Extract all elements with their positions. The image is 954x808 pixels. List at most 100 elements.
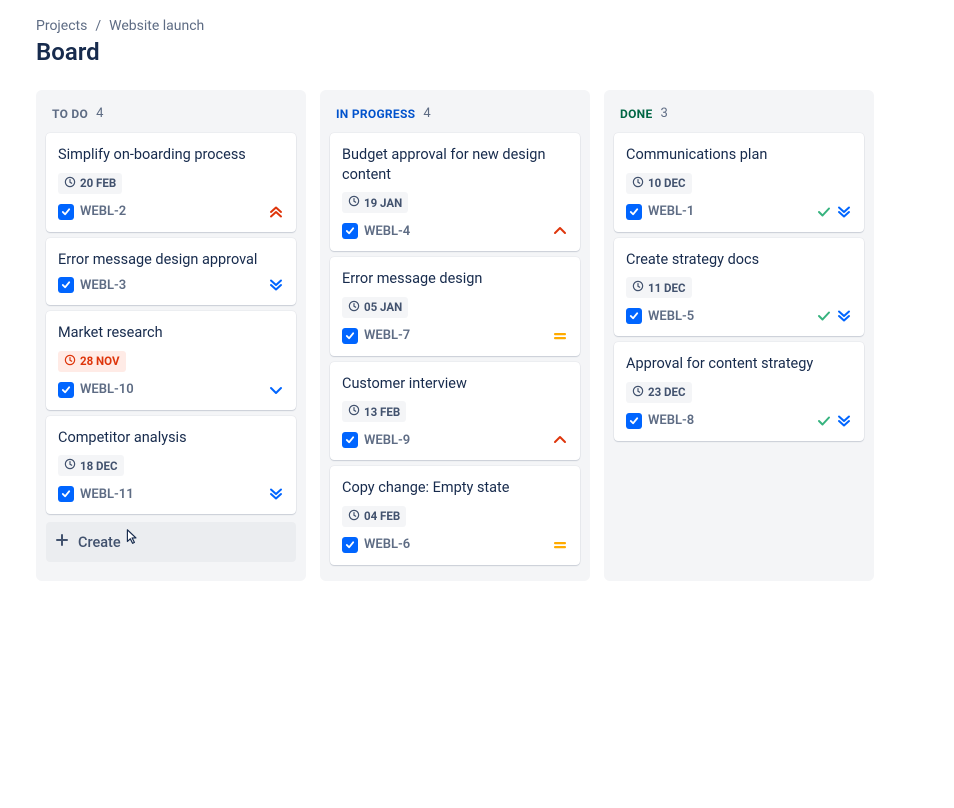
card-key: WEBL-1	[626, 204, 694, 220]
card-footer: WEBL-6	[342, 537, 568, 553]
clock-icon	[632, 385, 644, 400]
due-date-text: 19 JAN	[364, 196, 402, 210]
breadcrumb: Projects / Website launch	[36, 18, 918, 34]
card-title: Error message design approval	[58, 250, 284, 270]
card-key: WEBL-3	[58, 277, 126, 293]
priority-icon	[816, 204, 852, 220]
task-icon	[342, 223, 358, 239]
card[interactable]: Copy change: Empty state 04 FEB WEBL-6	[330, 466, 580, 565]
breadcrumb-current: Website launch	[109, 18, 204, 34]
due-date-text: 13 FEB	[364, 405, 400, 419]
clock-icon	[348, 300, 360, 315]
due-date-badge: 10 DEC	[626, 173, 692, 194]
column-name: IN PROGRESS	[336, 107, 415, 121]
due-date-badge: 23 DEC	[626, 382, 692, 403]
card[interactable]: Market research 28 NOV WEBL-10	[46, 311, 296, 410]
priority-icon	[552, 223, 568, 239]
priority-icon	[268, 382, 284, 398]
card-footer: WEBL-1	[626, 204, 852, 220]
task-icon	[58, 382, 74, 398]
clock-icon	[64, 354, 76, 369]
issue-key: WEBL-3	[80, 278, 126, 293]
issue-key: WEBL-6	[364, 537, 410, 552]
clock-icon	[348, 195, 360, 210]
priority-icon	[268, 486, 284, 502]
card-title: Error message design	[342, 269, 568, 289]
due-date-badge: 13 FEB	[342, 401, 406, 422]
priority-icon	[268, 277, 284, 293]
card-key: WEBL-9	[342, 432, 410, 448]
due-date-text: 28 NOV	[80, 354, 120, 368]
card[interactable]: Create strategy docs 11 DEC WEBL-5	[614, 238, 864, 337]
card-key: WEBL-4	[342, 223, 410, 239]
card-key: WEBL-8	[626, 413, 694, 429]
breadcrumb-root[interactable]: Projects	[36, 18, 87, 34]
card[interactable]: Error message design 05 JAN WEBL-7	[330, 257, 580, 356]
priority-icon	[816, 308, 852, 324]
card-title: Budget approval for new design content	[342, 145, 568, 184]
issue-key: WEBL-7	[364, 328, 410, 343]
card[interactable]: Budget approval for new design content 1…	[330, 133, 580, 251]
card-footer: WEBL-2	[58, 204, 284, 220]
cursor-icon	[122, 528, 140, 550]
clock-icon	[64, 458, 76, 473]
board: TO DO 4 Simplify on-boarding process 20 …	[36, 90, 918, 581]
card-key: WEBL-7	[342, 328, 410, 344]
due-date-text: 11 DEC	[648, 281, 686, 295]
card-title: Approval for content strategy	[626, 354, 852, 374]
task-icon	[58, 204, 74, 220]
issue-key: WEBL-1	[648, 204, 694, 219]
card[interactable]: Error message design approval WEBL-3	[46, 238, 296, 306]
card[interactable]: Approval for content strategy 23 DEC WEB…	[614, 342, 864, 441]
card-footer: WEBL-10	[58, 382, 284, 398]
priority-icon	[552, 328, 568, 344]
plus-icon	[54, 532, 70, 552]
column-inprogress: IN PROGRESS 4 Budget approval for new de…	[320, 90, 590, 581]
page-title: Board	[36, 38, 918, 66]
priority-icon	[552, 537, 568, 553]
clock-icon	[632, 176, 644, 191]
card[interactable]: Simplify on-boarding process 20 FEB WEBL…	[46, 133, 296, 232]
card[interactable]: Customer interview 13 FEB WEBL-9	[330, 362, 580, 461]
clock-icon	[348, 404, 360, 419]
card[interactable]: Communications plan 10 DEC WEBL-1	[614, 133, 864, 232]
task-icon	[342, 537, 358, 553]
priority-icon	[552, 432, 568, 448]
issue-key: WEBL-8	[648, 413, 694, 428]
card-footer: WEBL-7	[342, 328, 568, 344]
column-header: TO DO 4	[46, 100, 296, 133]
column-name: TO DO	[52, 107, 88, 121]
card-title: Create strategy docs	[626, 250, 852, 270]
issue-key: WEBL-4	[364, 224, 410, 239]
task-icon	[626, 204, 642, 220]
column-header: DONE 3	[614, 100, 864, 133]
due-date-badge: 18 DEC	[58, 455, 124, 476]
card-footer: WEBL-9	[342, 432, 568, 448]
card-footer: WEBL-3	[58, 277, 284, 293]
due-date-badge: 11 DEC	[626, 277, 692, 298]
card-key: WEBL-6	[342, 537, 410, 553]
issue-key: WEBL-11	[80, 487, 134, 502]
card-key: WEBL-10	[58, 382, 134, 398]
create-issue-button[interactable]: Create	[46, 522, 296, 562]
issue-key: WEBL-2	[80, 204, 126, 219]
card[interactable]: Competitor analysis 18 DEC WEBL-11	[46, 416, 296, 515]
due-date-badge: 04 FEB	[342, 506, 406, 527]
task-icon	[626, 413, 642, 429]
card-footer: WEBL-4	[342, 223, 568, 239]
clock-icon	[64, 176, 76, 191]
issue-key: WEBL-10	[80, 382, 134, 397]
card-title: Communications plan	[626, 145, 852, 165]
task-icon	[342, 432, 358, 448]
column-name: DONE	[620, 107, 653, 121]
due-date-text: 04 FEB	[364, 509, 400, 523]
task-icon	[58, 277, 74, 293]
card-title: Competitor analysis	[58, 428, 284, 448]
due-date-badge: 20 FEB	[58, 173, 122, 194]
card-footer: WEBL-8	[626, 413, 852, 429]
card-key: WEBL-11	[58, 486, 134, 502]
due-date-text: 10 DEC	[648, 176, 686, 190]
due-date-text: 23 DEC	[648, 385, 686, 399]
clock-icon	[348, 509, 360, 524]
column-count: 3	[661, 106, 668, 121]
